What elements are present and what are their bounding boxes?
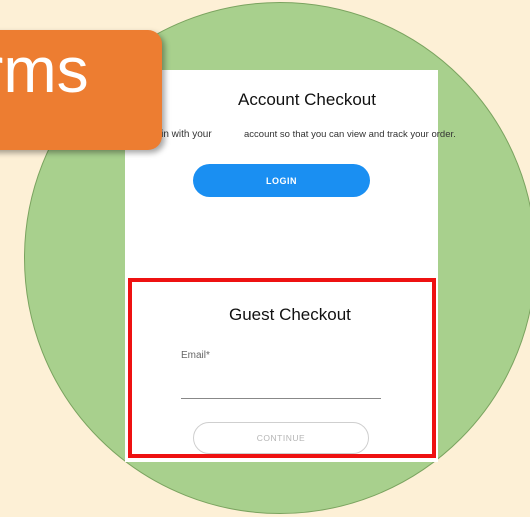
continue-button[interactable]: CONTINUE xyxy=(193,422,369,454)
email-label: Email* xyxy=(181,350,210,361)
account-checkout-title: Account Checkout xyxy=(238,90,376,109)
account-checkout-description-right: account so that you can view and track y… xyxy=(244,129,456,140)
title-banner: rms xyxy=(0,30,162,150)
banner-text: rms xyxy=(0,34,89,106)
login-button[interactable]: LOGIN xyxy=(193,164,370,197)
guest-checkout-title: Guest Checkout xyxy=(229,305,351,324)
email-input[interactable] xyxy=(181,376,381,399)
